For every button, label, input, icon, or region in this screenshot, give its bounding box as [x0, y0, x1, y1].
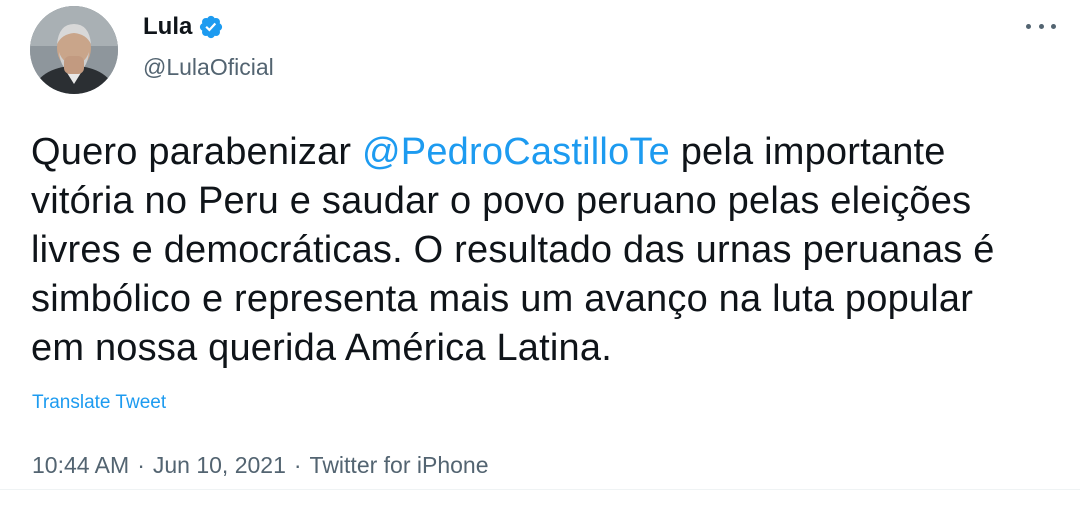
tweet-text-segment: pela importante: [669, 131, 946, 173]
dot-icon: [1038, 23, 1044, 29]
tweet-line-5: em nossa querida América Latina.: [31, 327, 612, 369]
tweet-line-2: vitória no Peru e saudar o povo peruano …: [31, 180, 972, 222]
divider: [0, 489, 1080, 490]
tweet-source[interactable]: Twitter for iPhone: [310, 450, 489, 480]
tweet-line-1: Quero parabenizar @PedroCastilloTe pela …: [31, 128, 1071, 177]
tweet-card: Lula @LulaOficial Quero parabenizar @Ped…: [0, 0, 1080, 511]
tweet-line-3: livres e democráticas. O resultado das u…: [31, 229, 995, 271]
user-handle[interactable]: @LulaOficial: [143, 52, 274, 82]
display-name[interactable]: Lula: [143, 12, 192, 42]
name-row: Lula: [143, 12, 274, 42]
tweet-meta: 10:44 AM · Jun 10, 2021 · Twitter for iP…: [32, 450, 489, 480]
avatar[interactable]: [30, 6, 118, 94]
tweet-text-segment: Quero parabenizar: [31, 131, 363, 173]
translate-tweet-link[interactable]: Translate Tweet: [32, 391, 166, 415]
tweet-time[interactable]: 10:44 AM: [32, 450, 129, 480]
meta-separator: ·: [137, 452, 145, 478]
dot-icon: [1051, 23, 1056, 29]
tweet-text: Quero parabenizar @PedroCastilloTe pela …: [31, 128, 1071, 373]
tweet-line-4: simbólico e representa mais um avanço na…: [31, 278, 974, 320]
meta-separator: ·: [293, 452, 302, 478]
verified-badge-icon: [198, 14, 224, 40]
mention-link[interactable]: @PedroCastilloTe: [362, 131, 670, 173]
tweet-header: Lula @LulaOficial: [143, 12, 274, 82]
dot-icon: [1026, 23, 1031, 29]
more-options-icon[interactable]: [1026, 16, 1056, 36]
tweet-date[interactable]: Jun 10, 2021: [153, 450, 286, 480]
